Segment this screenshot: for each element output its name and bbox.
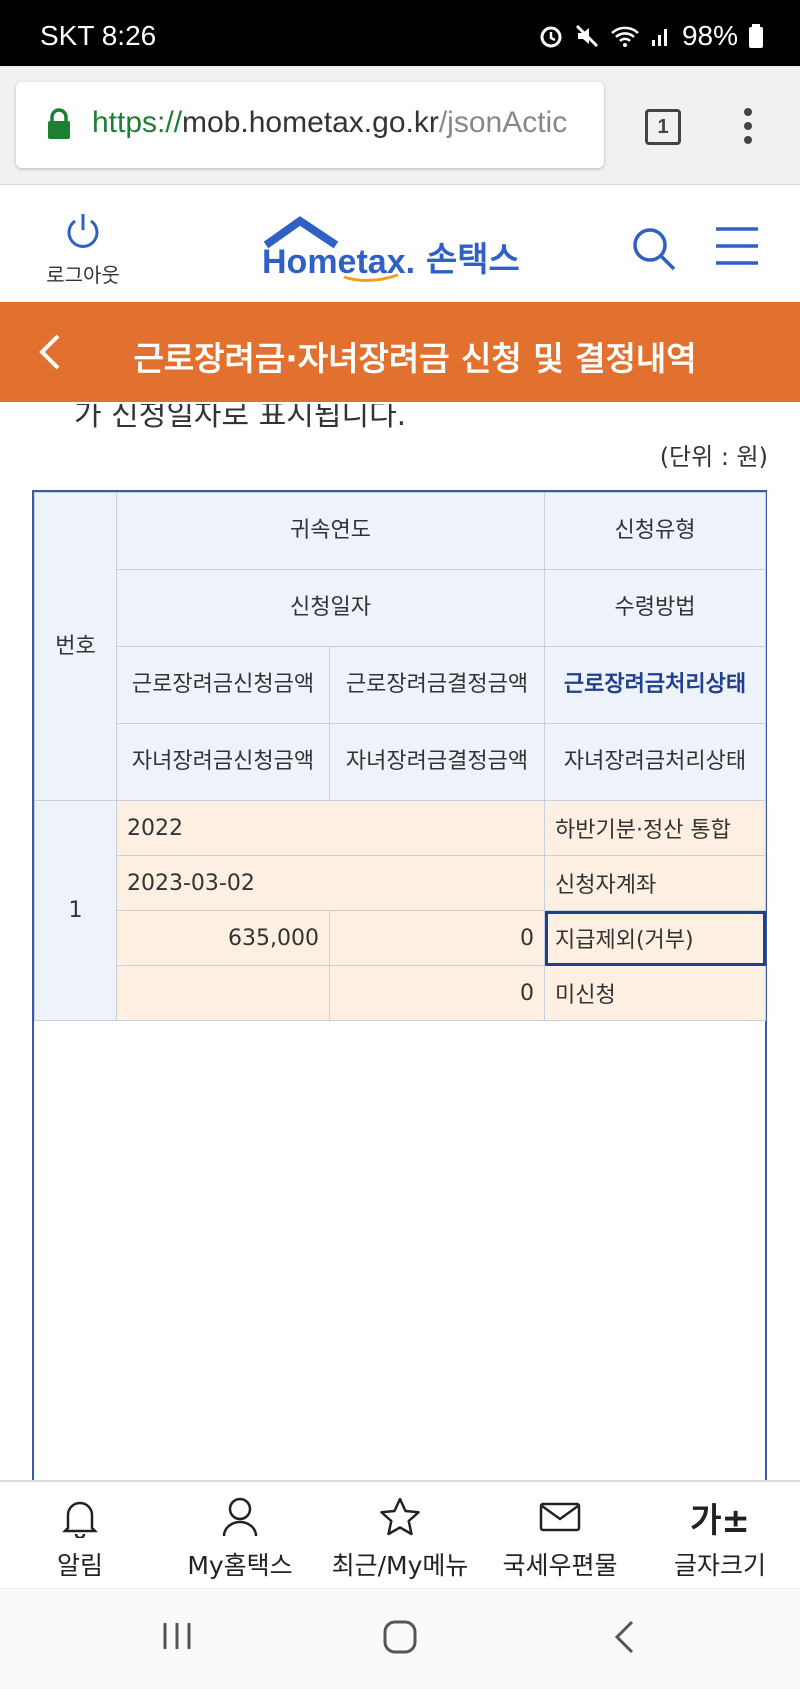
alarm-icon [540,26,562,48]
header-receive-method: 수령방법 [544,569,766,647]
lock-icon [48,108,70,139]
hometax-logo[interactable]: Hometax. 손택스 [258,215,558,285]
cell-child-status: 미신청 [544,965,766,1021]
cell-child-decided-amount: 0 [329,965,545,1021]
cell-apply-type: 하반기분·정산 통합 [544,800,766,856]
more-menu-icon[interactable] [742,106,754,146]
address-bar[interactable]: https://mob.hometax.go.kr/jsonActic [16,82,604,168]
nav-font-size[interactable]: 가± 글자크기 [640,1482,800,1588]
mail-icon [539,1502,581,1532]
nav-font-size-label: 글자크기 [673,1551,766,1580]
header-child-decided-amount: 자녀장려금결정금액 [329,723,545,801]
system-navigation-bar [0,1588,800,1689]
person-icon [222,1497,258,1537]
star-icon [380,1497,420,1536]
back-icon[interactable] [612,1619,636,1655]
header-apply-date: 신청일자 [116,569,545,647]
header-year: 귀속연도 [116,492,545,570]
unit-label: (단위 : 원) [659,443,768,471]
wifi-icon [611,26,639,47]
battery-icon [749,24,763,48]
url-text: https://mob.hometax.go.kr/jsonActic [92,106,568,139]
page-title: 근로장려금·자녀장려금 신청 및 결정내역 [133,339,697,378]
row-no: 1 [34,800,117,1021]
header-earned-decided-amount: 근로장려금결정금액 [329,646,545,724]
cell-earned-status[interactable]: 지급제외(거부) [544,910,766,966]
nav-recent-menu-label: 최근/My메뉴 [331,1551,469,1580]
nav-recent-menu[interactable]: 최근/My메뉴 [320,1482,480,1588]
header-no: 번호 [34,492,117,801]
table-row: 1 2022 하반기분·정산 통합 2023-03-02 신청자계좌 635,0… [34,800,766,1021]
cell-child-apply-amount [116,965,330,1021]
power-icon [67,214,99,248]
search-icon[interactable] [630,225,678,273]
bottom-navigation: 알림 My홈택스 최근/My메뉴 국세우편물 가± 글자크기 [0,1480,800,1588]
header-child-apply-amount: 자녀장려금신청금액 [116,723,330,801]
signal-icon [651,29,667,46]
cell-apply-date: 2023-03-02 [116,855,545,911]
logout-label: 로그아웃 [46,263,120,287]
logo-korean: 손택스 [426,240,520,280]
battery-percent: 98% [681,20,738,51]
bell-icon [62,1501,98,1538]
nav-alerts[interactable]: 알림 [0,1482,160,1588]
page-title-bar: 근로장려금·자녀장려금 신청 및 결정내역 [0,302,800,402]
browser-toolbar: https://mob.hometax.go.kr/jsonActic 1 [0,66,800,184]
home-icon[interactable] [382,1619,418,1655]
hamburger-menu-icon[interactable] [714,225,760,267]
cell-year: 2022 [116,800,545,856]
nav-my-hometax-label: My홈택스 [187,1551,293,1580]
logout-button[interactable]: 로그아웃 [38,211,128,288]
nav-tax-mail[interactable]: 국세우편물 [480,1482,640,1588]
site-header: 로그아웃 Hometax. 손택스 [0,184,800,302]
header-child-status: 자녀장려금처리상태 [544,723,766,801]
nav-tax-mail-label: 국세우편물 [502,1551,618,1580]
status-icons: 98% [538,20,764,52]
header-apply-type: 신청유형 [544,492,766,570]
mute-icon [575,24,599,48]
header-earned-apply-amount: 근로장려금신청금액 [116,646,330,724]
result-table: 번호 귀속연도 신청유형 신청일자 수령방법 근로장려금신청금액 근로장려금결정… [32,490,767,1480]
cell-earned-apply-amount: 635,000 [116,910,330,966]
status-carrier-time: SKT 8:26 [40,20,157,51]
header-earned-status[interactable]: 근로장려금처리상태 [544,646,766,724]
tab-switcher-button[interactable]: 1 [645,109,681,145]
recent-apps-icon[interactable] [160,1619,194,1653]
cell-earned-decided-amount: 0 [329,910,545,966]
status-bar: SKT 8:26 98% [0,0,800,66]
cell-receive-method: 신청자계좌 [544,855,766,911]
font-size-icon: 가± [690,1500,750,1541]
nav-my-hometax[interactable]: My홈택스 [160,1482,320,1588]
nav-alerts-label: 알림 [56,1551,103,1580]
